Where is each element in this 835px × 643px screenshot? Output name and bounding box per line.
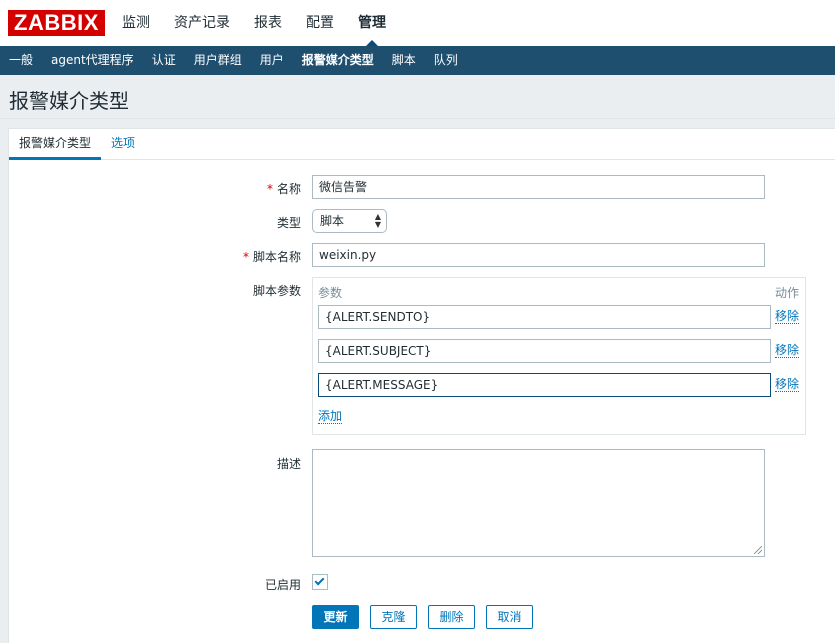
- type-select[interactable]: 脚本 ▲ ▼: [312, 209, 387, 233]
- remove-param-2-link[interactable]: 移除: [775, 343, 800, 358]
- main-nav-administration[interactable]: 管理: [346, 0, 398, 46]
- script-params-table: 参数 动作 {ALERT.SENDTO} 移除 {ALERT.SUBJECT} …: [312, 277, 806, 435]
- enabled-checkbox[interactable]: [312, 574, 328, 590]
- sub-nav-proxies[interactable]: agent代理程序: [42, 46, 143, 75]
- main-nav-monitoring[interactable]: 监测: [110, 0, 162, 46]
- tab-options[interactable]: 选项: [111, 129, 135, 160]
- script-params-label: 脚本参数: [252, 284, 301, 298]
- main-nav-inventory[interactable]: 资产记录: [162, 0, 242, 46]
- sub-nav-general[interactable]: 一般: [0, 46, 42, 75]
- sub-nav-users[interactable]: 用户: [251, 46, 293, 75]
- name-label-text: 名称: [276, 182, 301, 196]
- script-name-field[interactable]: weixin.py: [312, 243, 765, 267]
- sub-nav-queue[interactable]: 队列: [425, 46, 467, 75]
- tab-media-type[interactable]: 报警媒介类型: [9, 129, 101, 160]
- required-asterisk: *: [266, 182, 273, 196]
- delete-button[interactable]: 删除: [428, 605, 475, 629]
- type-label: 类型: [276, 216, 301, 230]
- enabled-label: 已启用: [264, 578, 301, 592]
- name-field[interactable]: 微信告警: [312, 175, 765, 199]
- main-nav-reports[interactable]: 报表: [242, 0, 294, 46]
- page-title: 报警媒介类型: [9, 89, 129, 113]
- description-label: 描述: [276, 457, 301, 471]
- sub-nav-media-types[interactable]: 报警媒介类型: [293, 46, 383, 75]
- param-field-1[interactable]: {ALERT.SENDTO}: [318, 305, 771, 329]
- sub-nav-user-groups[interactable]: 用户群组: [185, 46, 251, 75]
- form-panel: 报警媒介类型 选项 * 名称 微信告警 类型 脚本 ▲ ▼ * 脚本名称 weixin…: [8, 128, 835, 643]
- main-nav-administration-label: 管理: [358, 15, 386, 31]
- script-name-label-text: 脚本名称: [252, 250, 301, 264]
- top-bar: ZABBIX 监测 资产记录 报表 配置 管理: [0, 0, 835, 46]
- description-textarea[interactable]: [312, 449, 765, 557]
- update-button[interactable]: 更新: [312, 605, 359, 629]
- tab-bar: 报警媒介类型 选项: [9, 129, 835, 160]
- params-column-header: 参数: [318, 286, 343, 300]
- select-arrows-icon: ▲ ▼: [374, 212, 381, 229]
- sub-nav: 一般 agent代理程序 认证 用户群组 用户 报警媒介类型 脚本 队列: [0, 46, 835, 75]
- action-column-header: 动作: [775, 286, 800, 300]
- header-divider: [0, 118, 835, 119]
- name-label: * 名称: [189, 180, 301, 197]
- check-icon: [314, 575, 325, 586]
- clone-button[interactable]: 克隆: [370, 605, 417, 629]
- type-select-value: 脚本: [320, 214, 345, 228]
- script-name-label: * 脚本名称: [189, 248, 301, 265]
- param-field-2[interactable]: {ALERT.SUBJECT}: [318, 339, 771, 363]
- cancel-button[interactable]: 取消: [486, 605, 533, 629]
- sub-nav-scripts[interactable]: 脚本: [383, 46, 425, 75]
- required-asterisk: *: [242, 250, 249, 264]
- main-nav-configuration[interactable]: 配置: [294, 0, 346, 46]
- remove-param-1-link[interactable]: 移除: [775, 309, 800, 324]
- resize-grip-icon[interactable]: [754, 546, 762, 554]
- zabbix-logo[interactable]: ZABBIX: [8, 10, 105, 36]
- param-field-3[interactable]: {ALERT.MESSAGE}: [318, 373, 771, 397]
- sub-nav-authentication[interactable]: 认证: [143, 46, 185, 75]
- remove-param-3-link[interactable]: 移除: [775, 377, 800, 392]
- main-nav: 监测 资产记录 报表 配置 管理: [110, 0, 398, 46]
- add-param-link[interactable]: 添加: [318, 409, 343, 424]
